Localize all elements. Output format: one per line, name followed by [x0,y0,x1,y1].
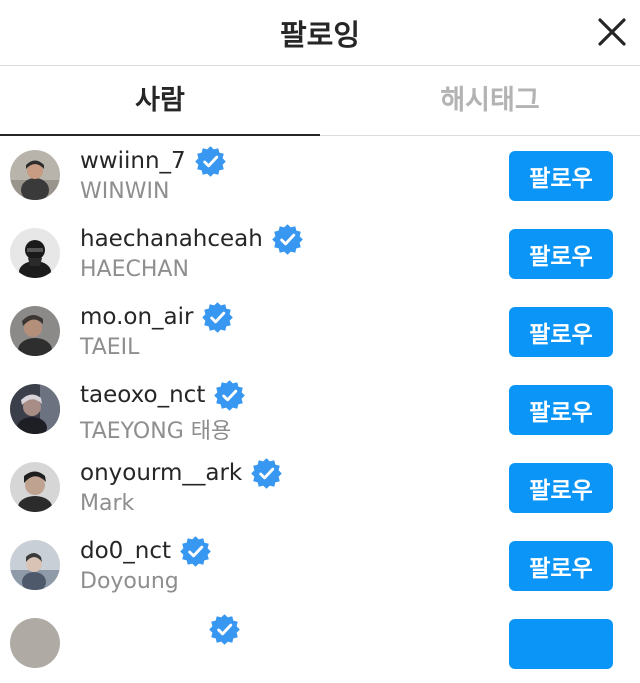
list-item[interactable]: onyourm__ark Mark 팔로우 [0,449,640,527]
close-icon [598,18,626,46]
avatar[interactable] [10,150,60,200]
full-name: Mark [80,491,135,516]
verified-badge-icon [194,145,226,177]
verified-badge-icon [209,613,240,645]
verified-badge-icon [251,457,283,489]
following-list: wwiinn_7 WINWIN 팔로우 haechanahceah HAECHA… [0,137,640,683]
verified-badge-icon [180,535,211,567]
list-item[interactable]: taeoxo_nct TAEYONG 태용 팔로우 [0,371,640,449]
verified-badge-icon [202,301,234,333]
username[interactable]: haechanahceah [80,226,263,252]
active-tab-indicator [0,134,320,136]
full-name: HAECHAN [80,257,189,282]
full-name: Doyoung [80,569,179,594]
follow-button[interactable]: 팔로우 [509,541,613,591]
avatar[interactable] [10,540,60,590]
list-item[interactable]: wwiinn_7 WINWIN 팔로우 [0,137,640,215]
close-button[interactable] [592,12,632,52]
tab-hashtags[interactable]: 해시태그 [330,66,640,136]
follow-button[interactable]: 팔로우 [509,385,613,435]
avatar[interactable] [10,306,60,356]
username[interactable]: mo.on_air [80,304,193,330]
tab-people[interactable]: 사람 [0,66,320,136]
username[interactable]: taeoxo_nct [80,382,205,408]
page-title: 팔로잉 [279,18,361,52]
username[interactable]: do0_nct [80,538,171,564]
follow-button[interactable]: 팔로우 [509,151,613,201]
avatar[interactable] [10,618,60,668]
avatar[interactable] [10,228,60,278]
list-item-partial[interactable] [0,605,640,683]
list-item[interactable]: do0_nct Doyoung 팔로우 [0,527,640,605]
username[interactable]: wwiinn_7 [80,148,186,174]
full-name: WINWIN [80,179,170,204]
full-name: TAEIL [80,335,140,360]
verified-badge-icon [214,379,246,411]
username[interactable]: onyourm__ark [80,460,242,486]
follow-button[interactable]: 팔로우 [509,463,613,513]
header-bar: 팔로잉 [0,0,640,66]
full-name: TAEYONG 태용 [80,419,232,444]
avatar[interactable] [10,462,60,512]
avatar[interactable] [10,384,60,434]
follow-button[interactable]: 팔로우 [509,307,613,357]
list-item[interactable]: haechanahceah HAECHAN 팔로우 [0,215,640,293]
follow-button[interactable]: 팔로우 [509,229,613,279]
list-item[interactable]: mo.on_air TAEIL 팔로우 [0,293,640,371]
verified-badge-icon [272,223,303,255]
tab-bar: 사람 해시태그 [0,66,640,136]
follow-button[interactable] [509,619,613,669]
